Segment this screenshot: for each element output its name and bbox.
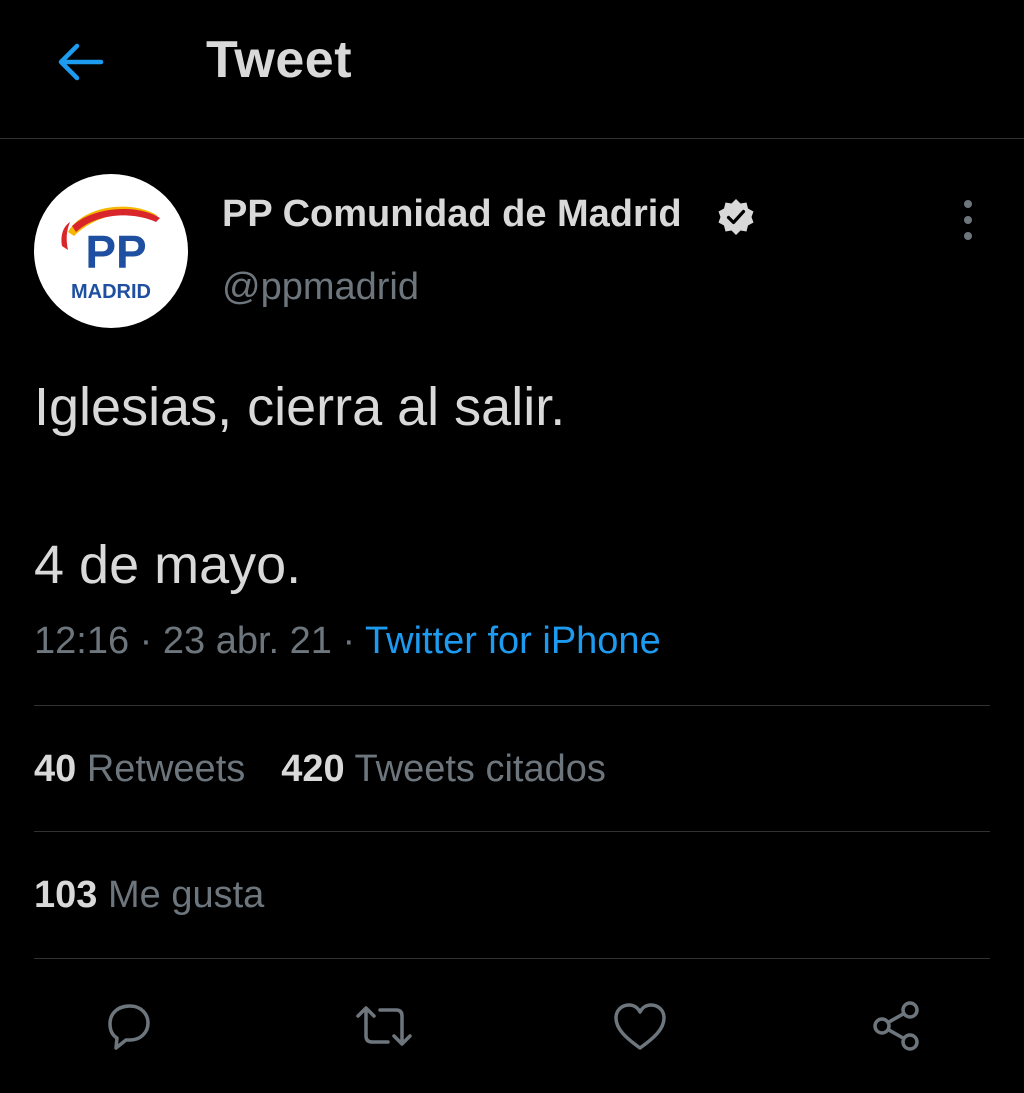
likes-stat[interactable]: 103 Me gusta — [34, 874, 264, 917]
retweets-count: 40 — [34, 748, 77, 790]
like-icon — [614, 1003, 666, 1050]
tweet-time: 12:16 — [34, 620, 130, 662]
share-button[interactable] — [860, 990, 932, 1062]
back-button[interactable] — [48, 36, 110, 88]
tweet-date: 23 abr. 21 — [162, 620, 332, 662]
page-title: Tweet — [206, 31, 353, 89]
tweet-text-line-2: 4 de mayo. — [34, 535, 302, 595]
tweet-action-bar — [0, 990, 1024, 1066]
quotes-label: Tweets citados — [354, 748, 606, 790]
retweet-button[interactable] — [348, 990, 420, 1062]
quotes-count: 420 — [281, 748, 345, 790]
meta-separator: · — [331, 620, 366, 662]
tweet-meta: 12:16 · 23 abr. 21 · Twitter for iPhone — [34, 620, 661, 663]
share-icon — [873, 1001, 919, 1051]
reply-icon — [108, 1004, 150, 1050]
likes-label: Me gusta — [107, 874, 265, 916]
likes-count: 103 — [34, 874, 98, 916]
arrow-left-icon — [58, 43, 104, 81]
logo-madrid-text: MADRID — [71, 281, 151, 303]
like-button[interactable] — [604, 990, 676, 1062]
tweet-source-link[interactable]: Twitter for iPhone — [365, 620, 661, 662]
pp-madrid-logo: PP MADRID — [61, 206, 160, 303]
reply-button[interactable] — [92, 990, 164, 1062]
divider — [34, 831, 990, 832]
stats-row-likes: 103 Me gusta — [34, 874, 300, 917]
quotes-stat[interactable]: 420 Tweets citados — [281, 748, 606, 791]
meta-separator: · — [129, 620, 163, 662]
divider — [34, 958, 990, 959]
more-dot-icon — [964, 200, 972, 208]
retweets-stat[interactable]: 40 Retweets — [34, 748, 245, 791]
logo-pp-text: PP — [85, 226, 146, 278]
author-handle[interactable]: @ppmadrid — [222, 266, 419, 309]
verified-badge-icon — [718, 199, 754, 235]
tweet-text-line-1: Iglesias, cierra al salir. — [34, 377, 566, 437]
stats-row-retweets: 40 Retweets 420 Tweets citados — [34, 748, 642, 791]
author-display-name[interactable]: PP Comunidad de Madrid — [222, 193, 682, 236]
divider — [34, 705, 990, 706]
more-dot-icon — [964, 216, 972, 224]
retweets-label: Retweets — [86, 748, 246, 790]
top-bar: Tweet — [0, 0, 1024, 139]
more-dot-icon — [964, 232, 972, 240]
more-options-button[interactable] — [948, 196, 988, 244]
retweet-icon — [356, 1006, 412, 1046]
avatar[interactable]: PP MADRID — [34, 174, 188, 328]
